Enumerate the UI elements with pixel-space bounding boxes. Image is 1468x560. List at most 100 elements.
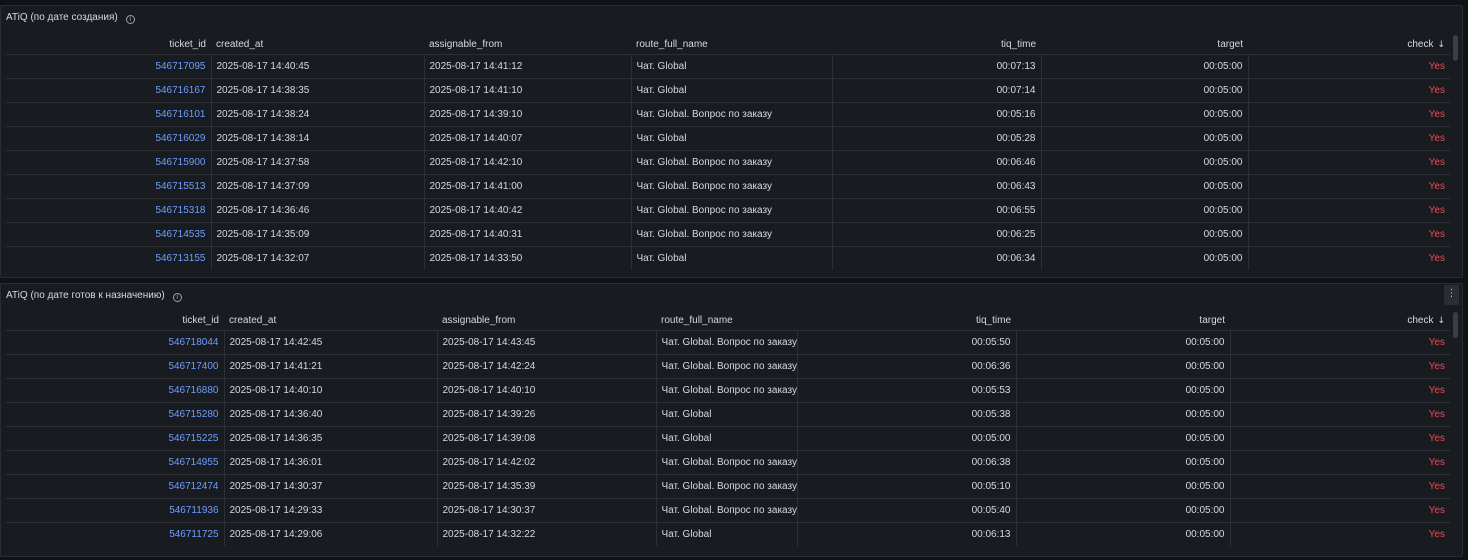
scrollbar-thumb[interactable] — [1453, 312, 1458, 338]
ticket-id-cell[interactable]: 546717095 — [6, 54, 211, 79]
table-row[interactable]: 546712474 2025-08-17 14:30:37 2025-08-17 1… — [6, 474, 1450, 499]
col-header-target[interactable]: target — [1041, 35, 1248, 55]
col-header-check[interactable]: check ↓ — [1248, 35, 1450, 55]
tiq-time-cell: 00:05:10 — [796, 474, 1016, 499]
panel-header[interactable]: ATiQ (по дате создания) i — [1, 6, 1462, 30]
target-cell: 00:05:00 — [1040, 198, 1248, 223]
ticket-id-cell[interactable]: 546715280 — [6, 402, 224, 427]
target-cell: 00:05:00 — [1040, 222, 1248, 247]
assignable-from-cell: 2025-08-17 14:42:02 — [436, 450, 656, 475]
table-row[interactable]: 546714535 2025-08-17 14:35:09 2025-08-17 1… — [6, 222, 1450, 247]
table-row[interactable]: 546715225 2025-08-17 14:36:35 2025-08-17 1… — [6, 426, 1450, 451]
target-cell: 00:05:00 — [1040, 150, 1248, 175]
table-row[interactable]: 546715513 2025-08-17 14:37:09 2025-08-17 1… — [6, 174, 1450, 199]
col-header-assignable-from[interactable]: assignable_from — [424, 35, 631, 55]
route-full-name-cell: Чат. Global. Вопрос по заказу — [630, 102, 832, 127]
check-cell: Yes — [1229, 498, 1450, 523]
table-row[interactable]: 546715280 2025-08-17 14:36:40 2025-08-17 1… — [6, 402, 1450, 427]
ticket-id-cell[interactable]: 546714955 — [6, 450, 224, 475]
check-cell: Yes — [1229, 450, 1450, 475]
ticket-id-cell[interactable]: 546715900 — [6, 150, 211, 175]
target-cell: 00:05:00 — [1015, 450, 1230, 475]
col-header-tiq-time[interactable]: tiq_time — [832, 35, 1041, 55]
assignable-from-cell: 2025-08-17 14:30:37 — [436, 498, 656, 523]
assignable-from-cell: 2025-08-17 14:39:08 — [436, 426, 656, 451]
created-at-cell: 2025-08-17 14:32:07 — [210, 246, 424, 270]
ticket-id-cell[interactable]: 546711936 — [6, 498, 224, 523]
panel-header[interactable]: ATiQ (по дате готов к назначению) i ⋮ — [1, 284, 1462, 308]
tiq-time-cell: 00:06:34 — [831, 246, 1041, 270]
ticket-id-cell[interactable]: 546717400 — [6, 354, 224, 379]
col-header-target[interactable]: target — [1016, 311, 1230, 331]
col-header-created-at[interactable]: created_at — [224, 311, 437, 331]
table-row[interactable]: 546716167 2025-08-17 14:38:35 2025-08-17 1… — [6, 78, 1450, 103]
table-row[interactable]: 546716880 2025-08-17 14:40:10 2025-08-17 1… — [6, 378, 1450, 403]
table-container: ticket_id created_at assignable_from rou… — [6, 35, 1450, 270]
panel-title: ATiQ (по дате создания) i — [6, 12, 135, 24]
check-cell: Yes — [1247, 150, 1450, 175]
col-header-check[interactable]: check ↓ — [1230, 311, 1450, 331]
ticket-id-cell[interactable]: 546711725 — [6, 522, 224, 546]
col-header-assignable-from[interactable]: assignable_from — [437, 311, 656, 331]
table-row[interactable]: 546716101 2025-08-17 14:38:24 2025-08-17 1… — [6, 102, 1450, 127]
ticket-id-cell[interactable]: 546716101 — [6, 102, 211, 127]
panel-atiq-by-assignable: ATiQ (по дате готов к назначению) i ⋮ tic… — [0, 283, 1463, 557]
assignable-from-cell: 2025-08-17 14:33:50 — [423, 246, 631, 270]
target-cell: 00:05:00 — [1015, 354, 1230, 379]
col-header-ticket-id[interactable]: ticket_id — [6, 311, 224, 331]
table-row[interactable]: 546711725 2025-08-17 14:29:06 2025-08-17 1… — [6, 522, 1450, 546]
ticket-id-cell[interactable]: 546716880 — [6, 378, 224, 403]
ticket-id-cell[interactable]: 546716029 — [6, 126, 211, 151]
assignable-from-cell: 2025-08-17 14:40:10 — [436, 378, 656, 403]
tiq-time-cell: 00:07:13 — [831, 54, 1041, 79]
table-row[interactable]: 546716029 2025-08-17 14:38:14 2025-08-17 1… — [6, 126, 1450, 151]
table-header-row: ticket_id created_at assignable_from rou… — [6, 311, 1450, 331]
check-cell: Yes — [1229, 402, 1450, 427]
panel-title: ATiQ (по дате готов к назначению) i — [6, 290, 182, 302]
ticket-id-cell[interactable]: 546718044 — [6, 330, 224, 355]
col-header-tiq-time[interactable]: tiq_time — [797, 311, 1016, 331]
tiq-time-cell: 00:05:50 — [796, 330, 1016, 355]
ticket-id-cell[interactable]: 546712474 — [6, 474, 224, 499]
table-row[interactable]: 546718044 2025-08-17 14:42:45 2025-08-17 1… — [6, 330, 1450, 355]
table-header-row: ticket_id created_at assignable_from rou… — [6, 35, 1450, 55]
table-row[interactable]: 546711936 2025-08-17 14:29:33 2025-08-17 1… — [6, 498, 1450, 523]
table-row[interactable]: 546714955 2025-08-17 14:36:01 2025-08-17 1… — [6, 450, 1450, 475]
assignable-from-cell: 2025-08-17 14:41:12 — [423, 54, 631, 79]
col-header-ticket-id[interactable]: ticket_id — [6, 35, 211, 55]
table-row[interactable]: 546715900 2025-08-17 14:37:58 2025-08-17 1… — [6, 150, 1450, 175]
tiq-time-cell: 00:06:13 — [796, 522, 1016, 546]
ticket-id-cell[interactable]: 546713155 — [6, 246, 211, 270]
created-at-cell: 2025-08-17 14:36:01 — [223, 450, 437, 475]
route-full-name-cell: Чат. Global. Вопрос по заказу — [655, 450, 797, 475]
check-cell: Yes — [1229, 522, 1450, 546]
panel-menu-button[interactable]: ⋮ — [1444, 285, 1459, 305]
created-at-cell: 2025-08-17 14:36:40 — [223, 402, 437, 427]
ticket-id-cell[interactable]: 546715318 — [6, 198, 211, 223]
tiq-time-cell: 00:06:38 — [796, 450, 1016, 475]
info-icon[interactable]: i — [125, 15, 135, 24]
ticket-id-cell[interactable]: 546715225 — [6, 426, 224, 451]
tiq-time-cell: 00:05:16 — [831, 102, 1041, 127]
assignable-from-cell: 2025-08-17 14:42:10 — [423, 150, 631, 175]
assignable-from-cell: 2025-08-17 14:40:42 — [423, 198, 631, 223]
col-header-created-at[interactable]: created_at — [211, 35, 424, 55]
table-container: ticket_id created_at assignable_from rou… — [6, 311, 1450, 546]
col-header-route-full-name[interactable]: route_full_name — [631, 35, 832, 55]
scrollbar-thumb[interactable] — [1453, 35, 1458, 61]
table-row[interactable]: 546715318 2025-08-17 14:36:46 2025-08-17 1… — [6, 198, 1450, 223]
table-row[interactable]: 546717095 2025-08-17 14:40:45 2025-08-17 1… — [6, 54, 1450, 79]
created-at-cell: 2025-08-17 14:30:37 — [223, 474, 437, 499]
info-icon[interactable]: i — [172, 293, 182, 302]
ticket-id-cell[interactable]: 546714535 — [6, 222, 211, 247]
col-header-route-full-name[interactable]: route_full_name — [656, 311, 797, 331]
assignable-from-cell: 2025-08-17 14:39:26 — [436, 402, 656, 427]
route-full-name-cell: Чат. Global. Вопрос по заказу — [655, 378, 797, 403]
table-row[interactable]: 546713155 2025-08-17 14:32:07 2025-08-17 1… — [6, 246, 1450, 270]
check-cell: Yes — [1247, 246, 1450, 270]
ticket-id-cell[interactable]: 546716167 — [6, 78, 211, 103]
ticket-id-cell[interactable]: 546715513 — [6, 174, 211, 199]
assignable-from-cell: 2025-08-17 14:41:10 — [423, 78, 631, 103]
table-row[interactable]: 546717400 2025-08-17 14:41:21 2025-08-17 1… — [6, 354, 1450, 379]
target-cell: 00:05:00 — [1040, 102, 1248, 127]
